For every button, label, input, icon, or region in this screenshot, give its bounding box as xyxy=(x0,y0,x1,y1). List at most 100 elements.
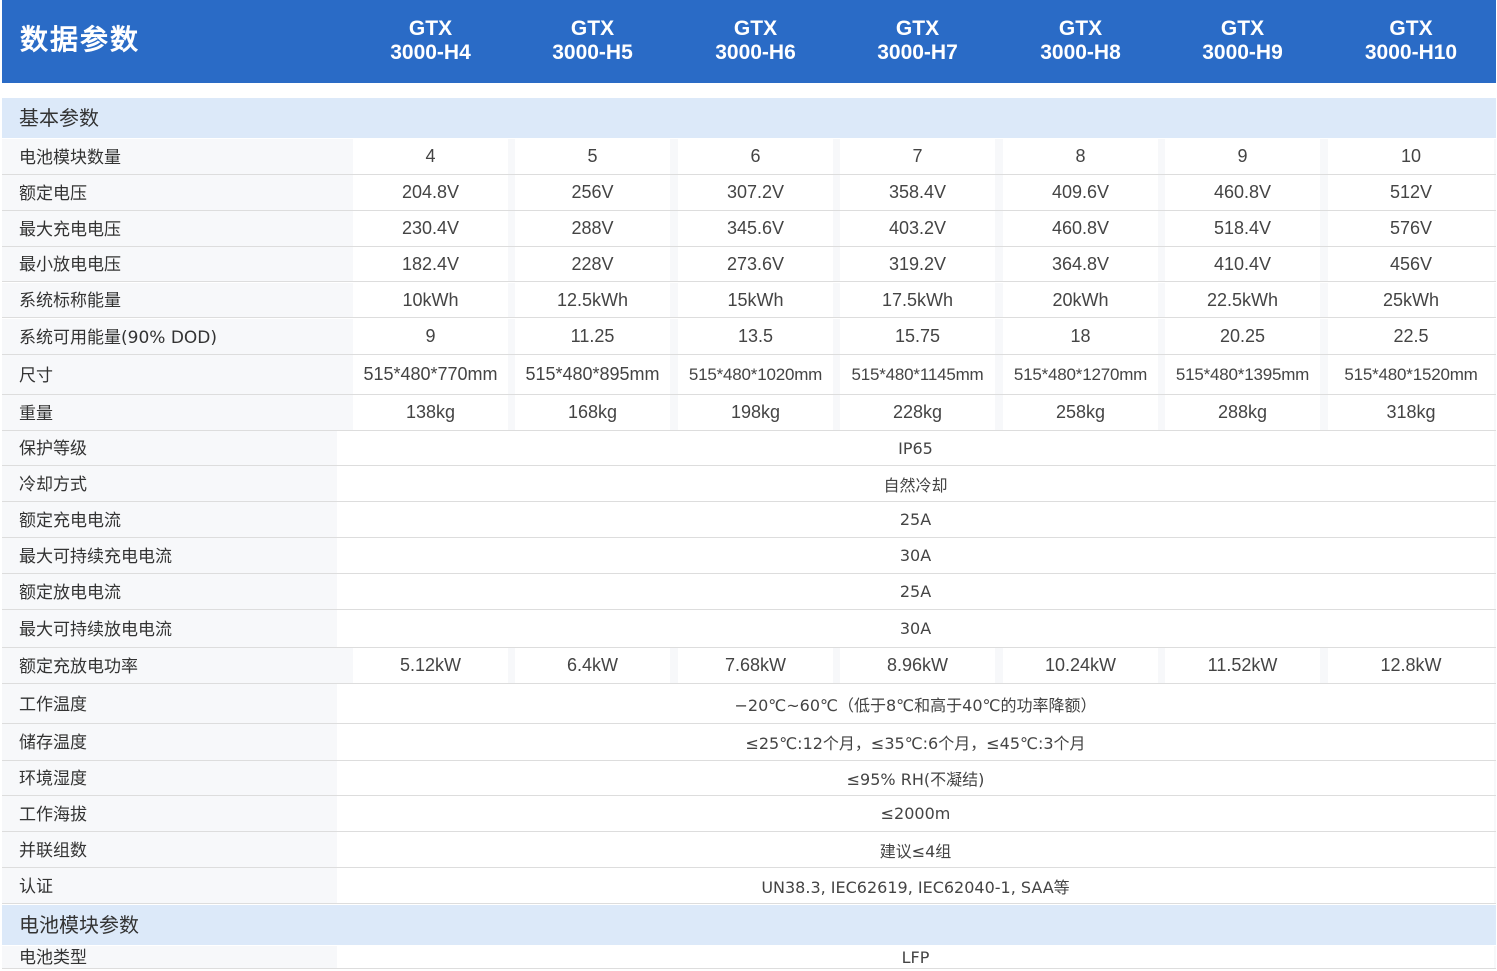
value-cell: 10 xyxy=(1328,139,1494,174)
model-column-heading: GTX 3000-H7 xyxy=(837,17,999,65)
value-cell: 288kg xyxy=(1165,395,1320,430)
parameter-label: 最小放电电压 xyxy=(19,255,121,275)
value-cell: 456V xyxy=(1328,247,1494,281)
value-cell: 576V xyxy=(1328,211,1494,246)
value-cell: 515*480*1270mm xyxy=(1003,355,1158,394)
value-cell: 318kg xyxy=(1328,395,1494,430)
parameter-label: 额定充放电功率 xyxy=(19,657,138,677)
value-cell: 364.8V xyxy=(1003,247,1158,281)
table-row: 最大可持续充电电流 30A xyxy=(2,538,1496,574)
value-cell: 9 xyxy=(353,319,508,354)
table-row: 系统可用能量(90% DOD) 9 11.25 13.5 15.75 18 20.25 22.… xyxy=(2,319,1496,355)
value-cell: 515*480*1145mm xyxy=(840,355,995,394)
value-cell: 12.5kWh xyxy=(515,283,670,317)
value-cell: 403.2V xyxy=(840,211,995,246)
value-cell: 256V xyxy=(515,175,670,210)
parameter-label: 重量 xyxy=(19,404,53,424)
table-row: 额定电压 204.8V 256V 307.2V 358.4V 409.6V 460.8V 51… xyxy=(2,175,1496,211)
table-row: 尺寸 515*480*770mm 515*480*895mm 515*480*1020… xyxy=(2,355,1496,395)
value-cell: 518.4V xyxy=(1165,211,1320,246)
table-row: 最大充电电压 230.4V 288V 345.6V 403.2V 460.8V 518.4V… xyxy=(2,211,1496,247)
merged-value-cell: 自然冷却 xyxy=(337,466,1494,501)
section-title: 电池模块参数 xyxy=(19,913,139,937)
value-cell: 138kg xyxy=(353,395,508,430)
value-cell: 10.24kW xyxy=(1003,648,1158,683)
section-heading: 电池模块参数 xyxy=(2,905,1496,945)
value-cell: 228V xyxy=(515,247,670,281)
parameter-label: 储存温度 xyxy=(19,733,87,753)
model-column-heading: GTX 3000-H9 xyxy=(1162,17,1324,65)
value-cell: 7 xyxy=(840,139,995,174)
table-row: 环境湿度 ≤95% RH(不凝结) xyxy=(2,761,1496,796)
model-code: 3000-H5 xyxy=(552,41,633,64)
parameter-label: 并联组数 xyxy=(19,841,87,861)
model-series: GTX xyxy=(1058,17,1103,40)
model-code: 3000-H10 xyxy=(1364,41,1458,64)
parameter-label: 额定电压 xyxy=(19,184,87,204)
value-cell: 18 xyxy=(1003,319,1158,354)
value-cell: 6 xyxy=(678,139,833,174)
merged-value-cell: 建议≤4组 xyxy=(337,832,1494,867)
value-cell: 358.4V xyxy=(840,175,995,210)
section-heading: 基本参数 xyxy=(2,98,1496,138)
model-code: 3000-H9 xyxy=(1202,41,1283,64)
value-cell: 345.6V xyxy=(678,211,833,246)
value-cell: 25kWh xyxy=(1328,283,1494,317)
model-series: GTX xyxy=(408,17,453,40)
model-series: GTX xyxy=(895,17,940,40)
model-code: 3000-H8 xyxy=(1040,41,1121,64)
value-cell: 258kg xyxy=(1003,395,1158,430)
parameter-label: 系统标称能量 xyxy=(19,291,121,311)
table-row: 系统标称能量 10kWh 12.5kWh 15kWh 17.5kWh 20kWh 22.5k… xyxy=(2,283,1496,318)
value-cell: 515*480*895mm xyxy=(515,355,670,394)
parameter-label: 最大充电电压 xyxy=(19,220,121,240)
table-row: 并联组数 建议≤4组 xyxy=(2,832,1496,868)
value-cell: 5 xyxy=(515,139,670,174)
parameter-label: 电池模块数量 xyxy=(19,148,121,168)
value-cell: 7.68kW xyxy=(678,648,833,683)
merged-value-cell: IP65 xyxy=(337,431,1494,465)
value-cell: 9 xyxy=(1165,139,1320,174)
merged-value-cell: 25A xyxy=(337,502,1494,537)
parameter-label: 额定充电电流 xyxy=(19,511,121,531)
value-cell: 512V xyxy=(1328,175,1494,210)
merged-value-cell: ≤25℃:12个月，≤35℃:6个月，≤45℃:3个月 xyxy=(337,724,1494,760)
parameter-label: 工作温度 xyxy=(19,695,87,715)
value-cell: 515*480*1520mm xyxy=(1328,355,1494,394)
model-column-heading: GTX 3000-H8 xyxy=(1000,17,1162,65)
table-row: 认证 UN38.3, IEC62619, IEC62040-1, SAA等 xyxy=(2,868,1496,904)
value-cell: 17.5kWh xyxy=(840,283,995,317)
value-cell: 20kWh xyxy=(1003,283,1158,317)
value-cell: 198kg xyxy=(678,395,833,430)
model-series: GTX xyxy=(733,17,778,40)
value-cell: 4 xyxy=(353,139,508,174)
value-cell: 5.12kW xyxy=(353,648,508,683)
parameter-label: 尺寸 xyxy=(19,366,53,386)
parameter-label: 系统可用能量(90% DOD) xyxy=(19,328,218,348)
table-row: 最小放电电压 182.4V 228V 273.6V 319.2V 364.8V 410.4V… xyxy=(2,247,1496,282)
value-cell: 6.4kW xyxy=(515,648,670,683)
parameter-label: 最大可持续充电电流 xyxy=(19,547,172,567)
value-cell: 515*480*770mm xyxy=(353,355,508,394)
merged-value-cell: 30A xyxy=(337,610,1494,647)
value-cell: 15kWh xyxy=(678,283,833,317)
parameter-label: 工作海拔 xyxy=(19,805,87,825)
parameter-label: 最大可持续放电电流 xyxy=(19,620,172,640)
merged-value-cell: UN38.3, IEC62619, IEC62040-1, SAA等 xyxy=(337,868,1494,903)
value-cell: 168kg xyxy=(515,395,670,430)
merged-value-cell: 25A xyxy=(337,574,1494,609)
merged-value-cell: LFP xyxy=(337,946,1494,968)
value-cell: 410.4V xyxy=(1165,247,1320,281)
value-cell: 8 xyxy=(1003,139,1158,174)
value-cell: 319.2V xyxy=(840,247,995,281)
table-row: 工作温度 −20℃~60℃（低于8℃和高于40℃的功率降额） xyxy=(2,684,1496,724)
model-code: 3000-H4 xyxy=(390,41,471,64)
parameter-label: 认证 xyxy=(19,877,53,897)
model-series: GTX xyxy=(570,17,615,40)
value-cell: 22.5kWh xyxy=(1165,283,1320,317)
table-row: 额定充电电流 25A xyxy=(2,502,1496,538)
model-column-heading: GTX 3000-H10 xyxy=(1330,17,1492,65)
parameter-label: 保护等级 xyxy=(19,439,87,459)
parameter-label: 电池类型 xyxy=(19,948,87,968)
value-cell: 460.8V xyxy=(1003,211,1158,246)
